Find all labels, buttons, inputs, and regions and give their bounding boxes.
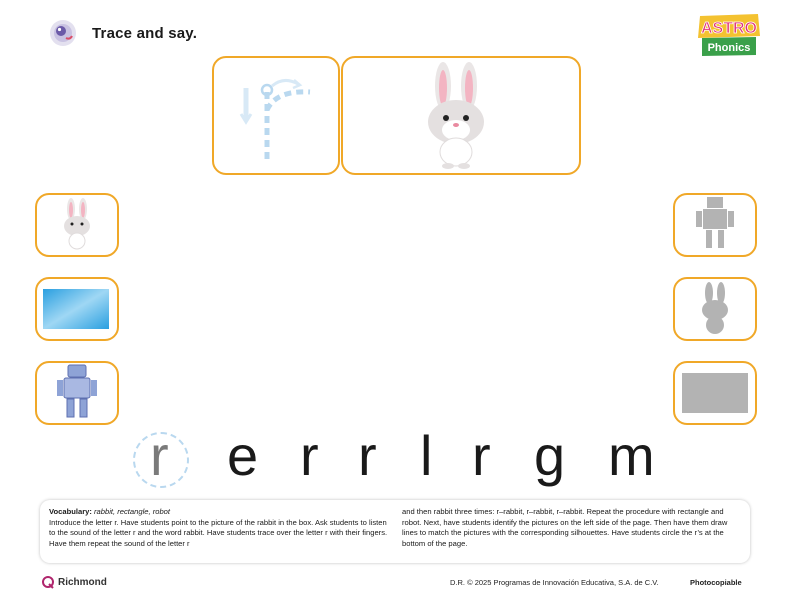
blue-rectangle-image <box>43 289 109 329</box>
astronaut-icon <box>48 18 78 48</box>
rabbit-silhouette-card[interactable] <box>673 277 757 341</box>
brand-name: Richmond <box>58 577 107 588</box>
letter-item[interactable]: m <box>608 420 655 492</box>
robot-silhouette-card[interactable] <box>673 193 757 257</box>
rabbit-image <box>428 62 484 169</box>
page-title: Trace and say. <box>92 25 198 42</box>
letter-item[interactable]: r <box>300 420 319 492</box>
rectangle-silhouette-card[interactable] <box>673 361 757 425</box>
notes-left-text: Introduce the letter r. Have students po… <box>49 517 388 548</box>
rectangle-picture-card[interactable] <box>35 277 119 341</box>
svg-text:Phonics: Phonics <box>708 42 751 54</box>
robot-silhouette <box>696 197 734 248</box>
letter-item[interactable]: r <box>358 420 377 492</box>
notes-right-column: and then rabbit three times: r–rabbit, r… <box>402 507 737 549</box>
small-rabbit-image <box>64 198 90 250</box>
notes-left-column: Vocabulary: rabbit, rectangle, robot Int… <box>49 507 394 549</box>
rabbit-picture-card[interactable] <box>35 193 119 257</box>
rectangle-silhouette <box>682 373 748 413</box>
letter-item[interactable]: r <box>472 420 491 492</box>
robot-picture-card[interactable] <box>35 361 119 425</box>
rabbit-silhouette <box>702 282 728 334</box>
rabbit-picture-box <box>341 56 581 175</box>
letter-item[interactable]: g <box>534 420 565 492</box>
robot-image <box>57 364 97 418</box>
svg-text:ASTRO: ASTRO <box>701 20 757 37</box>
richmond-logo-icon <box>42 576 54 589</box>
trace-letter-box <box>212 56 340 175</box>
notes-right-text: and then rabbit three times: r–rabbit, r… <box>402 507 728 548</box>
photocopiable-label: Photocopiable <box>690 578 742 587</box>
letter-item[interactable]: l <box>420 420 432 492</box>
vocab-label: Vocabulary: <box>49 507 92 516</box>
teacher-notes: Vocabulary: rabbit, rectangle, robot Int… <box>40 500 750 563</box>
astro-phonics-logo: ASTRO Phonics <box>694 12 764 58</box>
letter-r-example: r <box>150 424 169 487</box>
trace-letter-r[interactable] <box>214 58 338 173</box>
copyright-text: D.R. © 2025 Programas de Innovación Educ… <box>450 578 659 587</box>
letter-item[interactable]: e <box>227 420 258 492</box>
vocab-words: rabbit, rectangle, robot <box>94 507 171 516</box>
richmond-brand: Richmond <box>42 576 107 589</box>
